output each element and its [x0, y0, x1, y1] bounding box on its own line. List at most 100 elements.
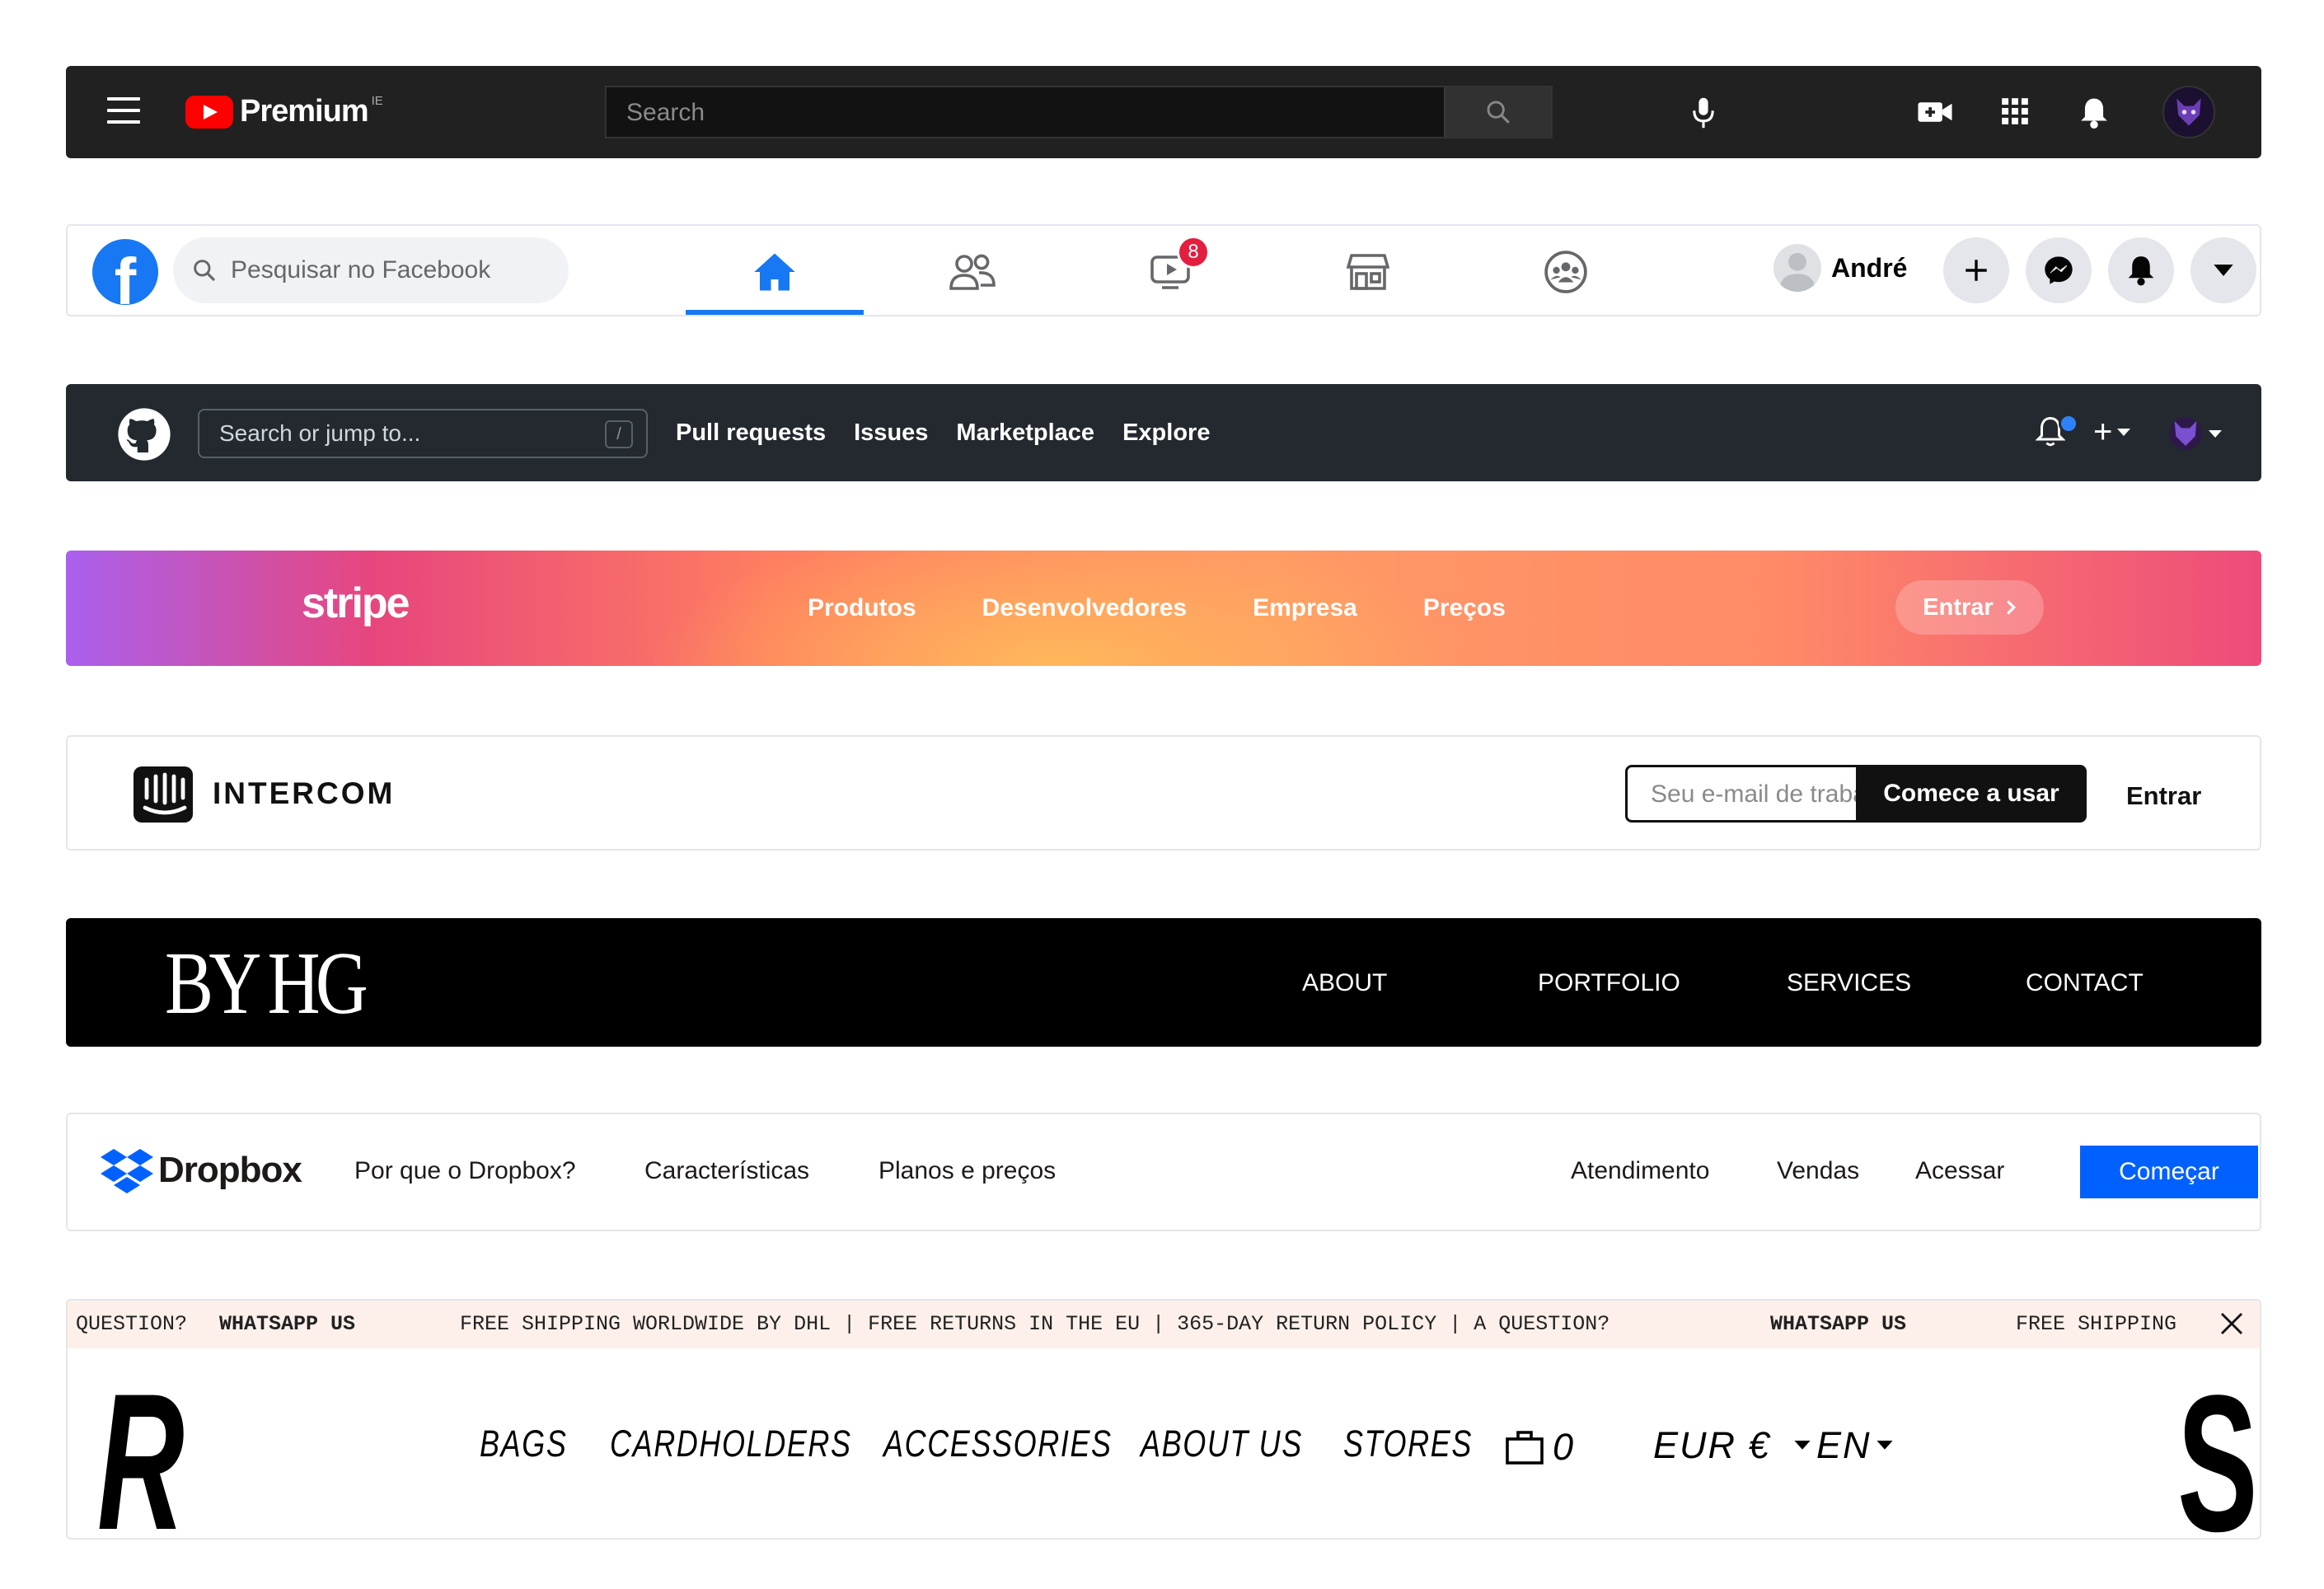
caret-down-icon [2214, 265, 2233, 276]
tab-home[interactable] [686, 234, 864, 310]
get-started-button[interactable]: Comece a usar [1856, 765, 2087, 823]
language-selector[interactable]: EN [1816, 1424, 1893, 1467]
dropbox-wordmark: Dropbox [158, 1150, 302, 1190]
intercom-logo-icon[interactable] [134, 766, 193, 823]
apps-button[interactable] [1999, 96, 2031, 131]
notification-badge: 8 [1177, 236, 1210, 269]
notifications-button[interactable] [2078, 96, 2110, 134]
cart-count: 0 [1553, 1426, 1574, 1468]
create-button[interactable] [1917, 96, 1953, 133]
sign-in-button[interactable]: Entrar [1895, 580, 2044, 635]
active-tab-indicator [686, 310, 864, 315]
tab-marketplace[interactable] [1279, 234, 1457, 310]
nav-desenvolvedores[interactable]: Desenvolvedores [982, 594, 1187, 622]
nav-stores[interactable]: STORES [1343, 1423, 1473, 1465]
ticker-tail: FREE SHIPPING [2016, 1312, 2177, 1336]
github-logo[interactable] [117, 407, 171, 466]
home-icon [754, 253, 795, 291]
avatar[interactable] [2162, 86, 2215, 138]
nav-pull-requests[interactable]: Pull requests [676, 420, 826, 447]
default-avatar-icon [1779, 252, 1816, 292]
language-value: EN [1816, 1424, 1872, 1466]
notifications-bell-icon [2081, 98, 2107, 129]
dropbox-logo[interactable]: Dropbox [101, 1147, 302, 1193]
nav-issues[interactable]: Issues [854, 420, 928, 447]
nav-contact[interactable]: CONTACT [2026, 969, 2144, 997]
avatar[interactable] [2169, 417, 2202, 450]
create-new-menu[interactable]: + [2093, 414, 2131, 451]
youtube-brand: Premium [240, 94, 369, 129]
facebook-logo-icon[interactable]: f [92, 239, 158, 305]
youtube-header: Premium IE [66, 66, 2261, 158]
email-field-wrapper [1625, 765, 1858, 823]
stripe-logo[interactable]: stripe [302, 579, 410, 628]
email-field[interactable] [1628, 767, 1858, 822]
currency-selector[interactable]: EUR € [1653, 1424, 1811, 1467]
wolf-avatar-icon [2176, 98, 2201, 126]
search-input[interactable] [607, 87, 1502, 138]
nav-empresa[interactable]: Empresa [1253, 594, 1357, 622]
sign-in-label: Entrar [1923, 593, 1994, 621]
github-octocat-icon [118, 408, 171, 461]
nav-accessories[interactable]: ACCESSORIES [883, 1423, 1113, 1465]
friends-icon [949, 254, 996, 290]
create-button[interactable] [1943, 237, 2009, 303]
nav-precos[interactable]: Preços [1423, 594, 1506, 622]
keyboard-shortcut-hint: / [605, 420, 633, 448]
ticker-question: QUESTION? [76, 1312, 188, 1336]
menu-icon[interactable] [107, 97, 140, 127]
tab-friends[interactable] [883, 234, 1061, 310]
nav-bags[interactable]: BAGS [480, 1423, 567, 1465]
github-header: / Pull requests Issues Marketplace Explo… [66, 384, 2261, 481]
create-video-icon [1918, 102, 1952, 122]
caret-down-icon [2117, 428, 2131, 436]
search-icon [194, 260, 216, 282]
close-icon[interactable] [2219, 1310, 2245, 1337]
account-menu-button[interactable] [2190, 237, 2256, 303]
nav-produtos[interactable]: Produtos [808, 594, 916, 622]
intercom-mark-icon [143, 772, 187, 815]
intercom-wordmark[interactable]: INTERCOM [213, 776, 395, 811]
logo-right-letter[interactable]: S [2177, 1366, 2258, 1538]
search-input[interactable] [229, 255, 562, 285]
voice-search-button[interactable] [1689, 96, 1717, 134]
groups-icon [1544, 251, 1587, 293]
marketplace-icon [1347, 254, 1389, 290]
stripe-nav: Produtos Desenvolvedores Empresa Preços [808, 551, 1572, 666]
shop-header: QUESTION? WHATSAPP US FREE SHIPPING WORL… [66, 1299, 2261, 1540]
nav-sales[interactable]: Vendas [1777, 1157, 1859, 1185]
sign-in-link[interactable]: Entrar [2126, 781, 2201, 811]
youtube-logo[interactable]: Premium IE [185, 94, 383, 129]
cart-button[interactable]: 0 [1505, 1426, 1573, 1469]
plus-icon: + [2093, 414, 2113, 450]
nav-portfolio[interactable]: PORTFOLIO [1538, 969, 1680, 997]
search-input[interactable] [199, 420, 583, 448]
nav-explore[interactable]: Explore [1122, 420, 1210, 447]
byhg-logo[interactable]: BY HG [165, 933, 368, 1035]
get-started-button[interactable]: Começar [2080, 1146, 2258, 1198]
profile-link[interactable]: André [1773, 244, 1907, 292]
byhg-header: BY HG ABOUT PORTFOLIO SERVICES CONTACT [66, 918, 2261, 1047]
nav-marketplace[interactable]: Marketplace [956, 420, 1094, 447]
nav-support[interactable]: Atendimento [1571, 1157, 1709, 1185]
nav-why-dropbox[interactable]: Por que o Dropbox? [354, 1157, 576, 1185]
notifications-button[interactable] [2108, 237, 2174, 303]
nav-about-us[interactable]: ABOUT US [1141, 1423, 1303, 1465]
nav-services[interactable]: SERVICES [1787, 969, 1911, 997]
tab-watch[interactable] [1081, 234, 1259, 310]
messenger-button[interactable] [2026, 237, 2092, 303]
whatsapp-link[interactable]: WHATSAPP US [219, 1312, 355, 1336]
announcement-ticker: QUESTION? WHATSAPP US FREE SHIPPING WORL… [68, 1301, 2260, 1348]
caret-down-icon[interactable] [2209, 430, 2222, 438]
tab-groups[interactable] [1477, 234, 1655, 310]
whatsapp-link[interactable]: WHATSAPP US [1770, 1312, 1906, 1336]
nav-sign-in[interactable]: Acessar [1915, 1157, 2004, 1185]
intercom-header: INTERCOM Comece a usar Entrar [66, 735, 2261, 851]
nav-cardholders[interactable]: CARDHOLDERS [610, 1423, 852, 1465]
chevron-right-icon [2006, 600, 2016, 615]
nav-features[interactable]: Características [644, 1157, 809, 1185]
search-button[interactable] [1444, 87, 1551, 137]
nav-plans-pricing[interactable]: Planos e preços [879, 1157, 1056, 1185]
nav-about[interactable]: ABOUT [1302, 969, 1387, 997]
logo-left-letter[interactable]: R [97, 1365, 185, 1538]
